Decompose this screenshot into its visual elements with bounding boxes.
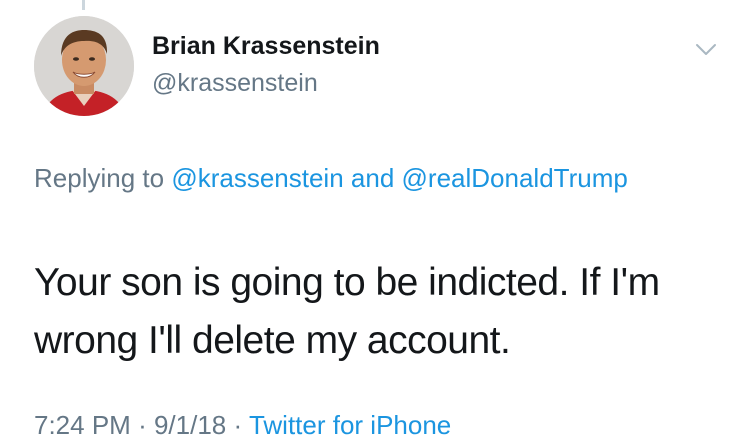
tweet-time[interactable]: 7:24 PM bbox=[34, 410, 131, 440]
reply-context: Replying to @krassenstein and @realDonal… bbox=[34, 158, 694, 198]
mention-link-realdonaldtrump[interactable]: @realDonaldTrump bbox=[402, 163, 628, 193]
avatar[interactable] bbox=[34, 16, 134, 116]
author-name[interactable]: Brian Krassenstein bbox=[152, 32, 380, 61]
reply-conjunction: and bbox=[350, 163, 395, 193]
mention-link-krassenstein[interactable]: @krassenstein bbox=[171, 163, 343, 193]
reply-prefix: Replying to bbox=[34, 163, 165, 193]
chevron-down-icon[interactable] bbox=[693, 36, 719, 62]
tweet-date[interactable]: 9/1/18 bbox=[154, 410, 226, 440]
tweet-text: Your son is going to be indicted. If I'm… bbox=[34, 261, 660, 362]
tweet-source-link[interactable]: Twitter for iPhone bbox=[249, 410, 451, 440]
thread-connector-line bbox=[82, 0, 85, 10]
meta-separator: · bbox=[138, 410, 147, 440]
tweet-metadata: 7:24 PM · 9/1/18 · Twitter for iPhone bbox=[34, 410, 451, 441]
author-handle[interactable]: @krassenstein bbox=[152, 69, 318, 98]
meta-separator: · bbox=[233, 410, 243, 440]
profile-photo bbox=[34, 16, 134, 116]
